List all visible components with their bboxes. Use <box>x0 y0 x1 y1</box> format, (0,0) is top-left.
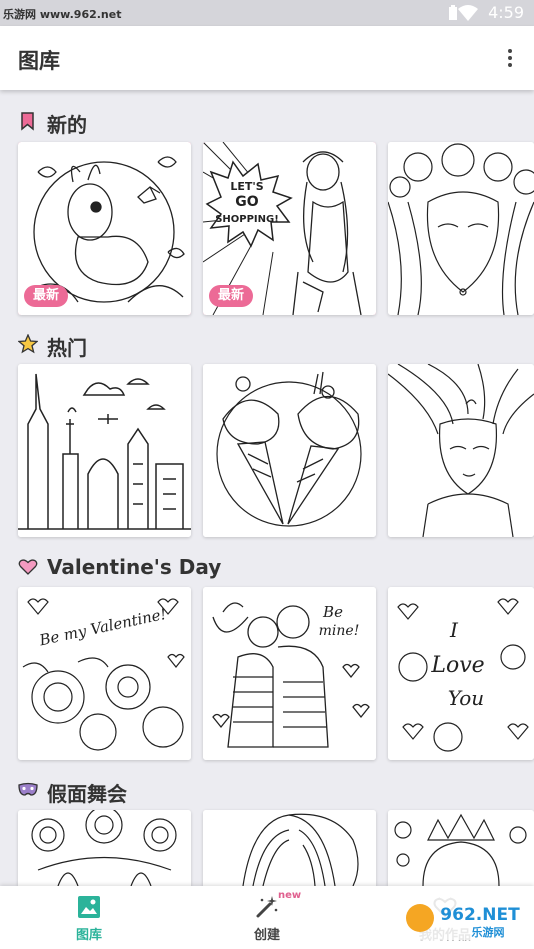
flowing-hair-artwork <box>388 364 534 537</box>
artwork-tile[interactable]: LET'S GO SHOPPING! 最新 <box>203 142 376 315</box>
section-title: 新的 <box>47 113 87 137</box>
bookmark-icon <box>21 112 34 131</box>
artwork-tile[interactable] <box>388 364 534 537</box>
watermark-text: 乐游网 www.962.net <box>3 8 122 21</box>
be-mine-couple-artwork: Be mine! <box>203 587 376 760</box>
artwork-tile[interactable] <box>18 364 191 537</box>
heart-icon <box>18 559 38 575</box>
mask-icon <box>18 782 38 796</box>
nav-label: 创建 <box>253 928 280 943</box>
watermark-logo-sub: 乐游网 <box>472 925 505 939</box>
be-text: Be <box>322 603 343 621</box>
wifi-icon <box>458 5 478 21</box>
page-title: 图库 <box>18 49 60 73</box>
artwork-tile[interactable]: 最新 <box>18 142 191 315</box>
artwork-tile[interactable] <box>203 810 376 886</box>
artwork-tile[interactable] <box>18 810 191 886</box>
new-badge: 最新 <box>209 285 254 307</box>
artwork-tile[interactable] <box>203 364 376 537</box>
be-my-valentine-artwork: Be my Valentine! <box>18 587 191 760</box>
more-vert-icon[interactable] <box>500 46 520 72</box>
watermark-logo-text: 962.NET <box>440 905 520 925</box>
artwork-tile[interactable]: Be mine! <box>203 587 376 760</box>
section-title: 假面舞会 <box>47 782 127 806</box>
artwork-tile[interactable] <box>388 810 534 886</box>
mine-text: mine! <box>319 623 360 639</box>
new-badge: 最新 <box>24 285 69 307</box>
star-icon <box>18 334 38 354</box>
love-text: Love <box>430 653 484 678</box>
flower-crown-artwork <box>388 142 534 315</box>
magic-wand-icon <box>256 896 278 918</box>
artwork-tile[interactable]: I Love You <box>388 587 534 760</box>
new-tag: new <box>278 890 302 901</box>
section-title: 热门 <box>47 336 87 360</box>
bubble-line-2: GO <box>235 194 258 210</box>
app-bar: 图库 <box>0 26 534 90</box>
gallery-icon <box>78 896 100 918</box>
bubble-line-1: LET'S <box>230 180 263 193</box>
nav-create[interactable]: new 创建 <box>178 886 356 949</box>
skyline-artwork <box>18 364 191 537</box>
ponytail-girl-artwork <box>203 810 376 886</box>
bubble-line-3: SHOPPING! <box>215 214 279 225</box>
you-text: You <box>448 686 484 710</box>
masked-woman-artwork <box>18 810 191 886</box>
nav-gallery[interactable]: 图库 <box>0 886 178 949</box>
section-title: Valentine's Day <box>47 555 222 579</box>
battery-icon <box>449 5 457 20</box>
tiara-lady-artwork <box>388 810 534 886</box>
artwork-tile[interactable]: Be my Valentine! <box>18 587 191 760</box>
status-bar: 乐游网 www.962.net 4:59 <box>0 0 534 26</box>
nav-label: 图库 <box>75 928 102 943</box>
ice-cream-artwork <box>203 364 376 537</box>
artwork-tile[interactable] <box>388 142 534 315</box>
i-text: I <box>449 618 459 642</box>
watermark-logo: 962.NET 乐游网 <box>402 898 528 940</box>
i-love-you-artwork: I Love You <box>388 587 534 760</box>
clock: 4:59 <box>488 3 524 22</box>
